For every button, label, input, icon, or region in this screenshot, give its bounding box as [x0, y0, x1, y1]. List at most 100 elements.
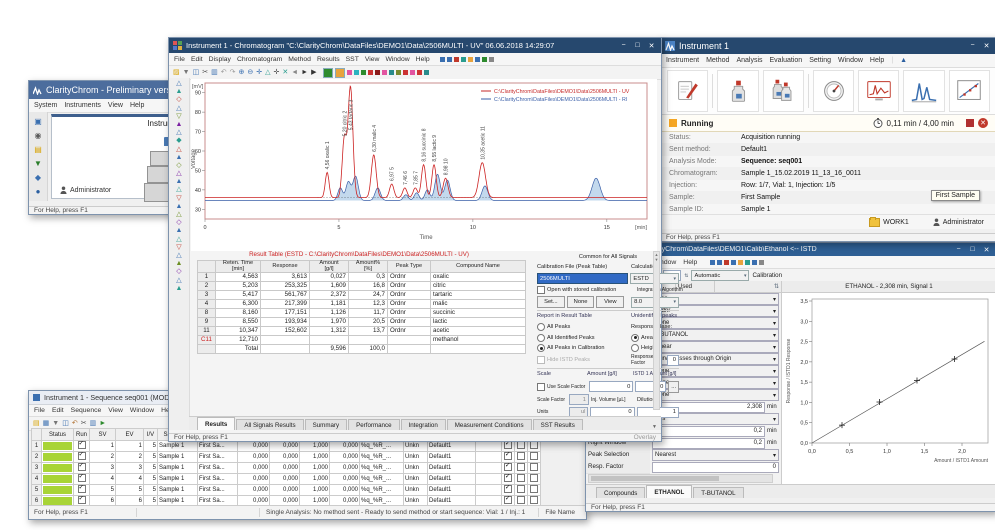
ev-cell[interactable]: 1	[116, 441, 144, 452]
result-table-row[interactable]: 98,550193,9341,97020,5Ordnrlactic	[198, 318, 526, 327]
result-table-row[interactable]: 35,417561,7672,37224,7Ordnrtartaric	[198, 291, 526, 300]
view-button[interactable]: View	[596, 296, 624, 308]
menu-file[interactable]: File	[174, 56, 185, 63]
result-column-header[interactable]: Reten. Time [min]	[216, 261, 261, 273]
integration-tool-icon[interactable]: ▽	[176, 113, 181, 120]
result-column-header[interactable]	[198, 261, 216, 273]
tab-measurement-conditions[interactable]: Measurement Conditions	[447, 419, 532, 430]
integration-tool-icon[interactable]: ▲	[176, 260, 183, 267]
menu-icon[interactable]	[489, 57, 494, 62]
archive-icon[interactable]: ▤	[34, 146, 42, 154]
close-button[interactable]: ✕	[981, 42, 992, 50]
result-table-row[interactable]: 88,160177,1511,12611,7Ordnrsuccinic	[198, 309, 526, 318]
signal-color-swatch[interactable]	[368, 70, 373, 75]
tab-summary[interactable]: Summary	[305, 419, 347, 430]
menu-edit[interactable]: Edit	[191, 56, 203, 63]
result-table-row[interactable]: 25,203253,3251,60916,8Ordnrcitric	[198, 282, 526, 291]
radio-button[interactable]	[537, 323, 545, 331]
set-button[interactable]: Set...	[537, 296, 565, 308]
single-analysis-button[interactable]	[717, 70, 758, 112]
sv-cell[interactable]: 2	[90, 452, 116, 463]
tab-integration[interactable]: Integration	[401, 419, 446, 430]
run-checkbox[interactable]	[78, 474, 86, 482]
chromatogram-plot[interactable]: 30405060708090051015[mV]VoltageTime[min]…	[191, 79, 657, 251]
menu-display[interactable]: Display	[209, 56, 231, 63]
integration-tool-icon[interactable]: △	[176, 80, 181, 87]
sample-amount-cell[interactable]: 0,000	[238, 463, 270, 474]
report-checkbox-cell[interactable]	[502, 485, 515, 496]
ev-cell[interactable]: 4	[116, 474, 144, 485]
inj-volume-cell[interactable]: 0,000	[330, 474, 360, 485]
menu-help[interactable]: Help	[130, 102, 144, 109]
amount-input[interactable]: 0	[589, 381, 633, 392]
toolbar-icon[interactable]: ▤	[33, 420, 40, 427]
toolbar-icon[interactable]: ▶	[311, 69, 316, 76]
sample-type-cell[interactable]: Unkn	[404, 485, 428, 496]
integration-tool-icon[interactable]: △	[176, 186, 181, 193]
menu-help[interactable]: Help	[416, 56, 430, 63]
stop-button[interactable]	[966, 119, 974, 127]
toolbar-icon[interactable]: ◫	[62, 420, 69, 427]
signal-color-swatch[interactable]	[396, 70, 401, 75]
iv-cell[interactable]: 5	[144, 452, 158, 463]
close-button[interactable]: ✕	[981, 246, 992, 254]
integration-tool-icon[interactable]: ◇	[176, 162, 181, 169]
sample-cell[interactable]: First Sa...	[198, 485, 238, 496]
menu-icon[interactable]	[440, 57, 445, 62]
dilution-cell[interactable]: 1,000	[300, 474, 330, 485]
sample-cell[interactable]: First Sa...	[198, 441, 238, 452]
users-icon[interactable]: ▣	[34, 118, 42, 126]
sequence-row[interactable]: 4445Sample 1First Sa...0,0000,0001,0000,…	[32, 474, 541, 485]
menu-window[interactable]: Window	[385, 56, 409, 63]
checkbox[interactable]	[530, 496, 538, 504]
menu-view[interactable]: View	[365, 56, 380, 63]
integration-tool-icon[interactable]: △	[176, 211, 181, 218]
integration-tool-icon[interactable]: ▽	[176, 244, 181, 251]
ev-cell[interactable]: 5	[116, 485, 144, 496]
project-indicator[interactable]: WORK1	[869, 218, 909, 227]
close-button[interactable]: ✕	[646, 42, 657, 50]
signal-color-swatch[interactable]	[375, 70, 380, 75]
checkbox[interactable]	[517, 463, 525, 471]
result-column-header[interactable]: Compound Name	[431, 261, 526, 273]
report-checkbox-cell[interactable]	[502, 474, 515, 485]
integration-tool-icon[interactable]: ▲	[176, 88, 183, 95]
checkbox-cell[interactable]	[528, 485, 541, 496]
run-checkbox[interactable]	[78, 452, 86, 460]
calibration-file-input[interactable]: 2506MULTI	[537, 273, 628, 284]
sequence-row[interactable]: 5555Sample 1First Sa...0,0000,0001,0000,…	[32, 485, 541, 496]
run-checkbox[interactable]	[78, 496, 86, 504]
file-name-cell[interactable]: %q_%R_...	[360, 474, 404, 485]
checkbox-cell[interactable]	[528, 463, 541, 474]
sequence-column-header[interactable]: I/V	[144, 429, 158, 441]
checkbox[interactable]	[517, 452, 525, 460]
result-table[interactable]: Reten. Time [min]ResponseAmount [g/l]Amo…	[197, 260, 526, 354]
sample-amount-cell[interactable]: 0,000	[238, 485, 270, 496]
sample-type-cell[interactable]: Unkn	[404, 452, 428, 463]
checkbox[interactable]	[537, 383, 545, 391]
run-cell[interactable]	[74, 452, 90, 463]
menu-icon[interactable]	[752, 260, 757, 265]
sample-id-cell[interactable]: Sample 1	[158, 474, 198, 485]
istd-amount-cell[interactable]: 0,000	[270, 452, 300, 463]
menu-analysis[interactable]: Analysis	[736, 57, 762, 64]
checkbox[interactable]	[530, 452, 538, 460]
integration-tool-icon[interactable]: △	[176, 277, 181, 284]
integration-tool-icon[interactable]: ▽	[176, 195, 181, 202]
inj-volume-cell[interactable]: 0,000	[330, 441, 360, 452]
signal-color-swatch[interactable]	[417, 70, 422, 75]
toolbar-icon[interactable]: ✕	[282, 69, 288, 76]
result-column-header[interactable]: Response	[261, 261, 310, 273]
result-table-row[interactable]: 14,5633,6130,0270,3Ordnroxalic	[198, 273, 526, 282]
checkbox[interactable]	[530, 474, 538, 482]
sequence-column-header[interactable]: EV	[116, 429, 144, 441]
checkbox[interactable]	[517, 474, 525, 482]
checkbox-cell[interactable]	[515, 441, 528, 452]
integration-tool-icon[interactable]: ▲	[176, 227, 183, 234]
sv-cell[interactable]: 3	[90, 463, 116, 474]
toolbar-icon[interactable]: ↶	[221, 69, 227, 76]
toolbar-icon[interactable]: ✛	[256, 69, 262, 76]
checkbox-cell[interactable]	[515, 474, 528, 485]
sample-type-cell[interactable]: Unkn	[404, 441, 428, 452]
file-name-cell[interactable]: %q_%R_...	[360, 441, 404, 452]
